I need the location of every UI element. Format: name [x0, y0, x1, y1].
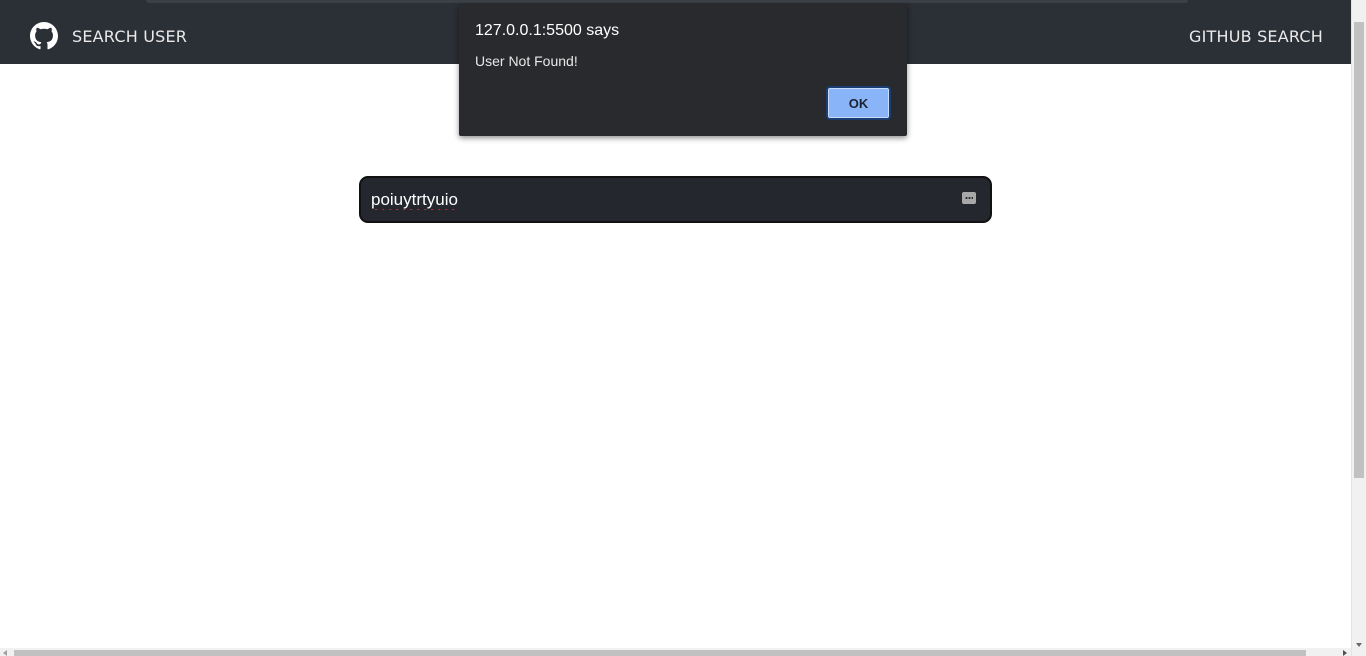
dialog-title: 127.0.0.1:5500 says [475, 22, 620, 39]
navbar-brand-label: SEARCH USER [72, 26, 188, 46]
ok-button[interactable]: OK [826, 86, 891, 120]
alert-dialog: 127.0.0.1:5500 says User Not Found! OK [459, 4, 907, 136]
scroll-left-arrow-icon[interactable] [3, 650, 7, 656]
dialog-message: User Not Found! [475, 53, 578, 69]
vertical-scrollbar[interactable] [1351, 0, 1366, 656]
vertical-scrollbar-thumb[interactable] [1354, 22, 1364, 478]
scroll-down-arrow-icon[interactable] [1356, 643, 1362, 647]
horizontal-scrollbar[interactable] [0, 648, 1351, 656]
navbar-github-search-link[interactable]: GITHUB SEARCH [1189, 27, 1323, 46]
horizontal-scrollbar-thumb[interactable] [14, 650, 1306, 656]
github-icon [30, 22, 58, 50]
navbar-brand[interactable]: SEARCH USER [30, 22, 187, 50]
search-box [359, 176, 992, 223]
password-manager-icon[interactable] [962, 192, 976, 204]
top-strip-edge [146, 0, 1188, 3]
search-input[interactable] [371, 178, 941, 221]
scroll-right-arrow-icon[interactable] [1343, 650, 1347, 656]
